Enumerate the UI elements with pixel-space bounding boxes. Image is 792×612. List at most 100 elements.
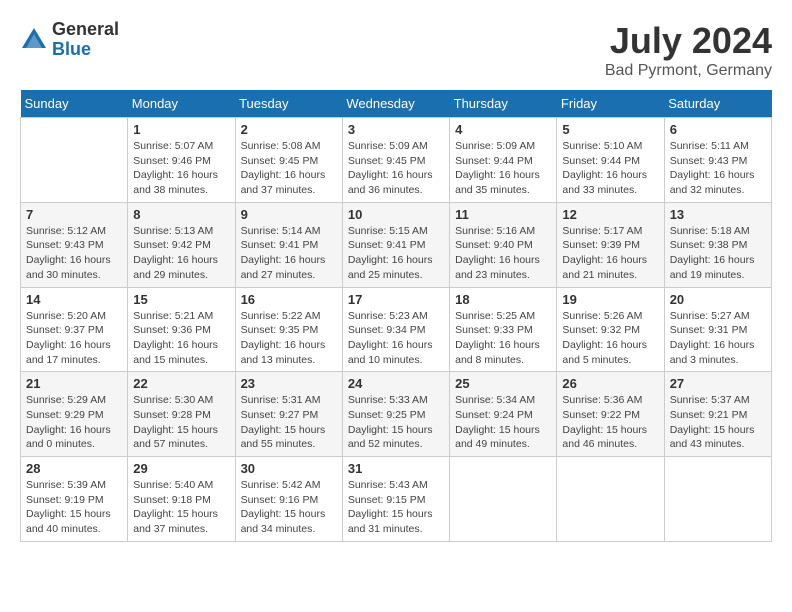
calendar-cell [664,457,771,542]
calendar-cell: 20 Sunrise: 5:27 AMSunset: 9:31 PMDayligh… [664,287,771,372]
day-info: Sunrise: 5:23 AMSunset: 9:34 PMDaylight:… [348,309,444,368]
calendar-week-row: 21Sunrise: 5:29 AMSunset: 9:29 PMDayligh… [21,372,772,457]
day-info: Sunrise: 5:25 AMSunset: 9:33 PMDaylight:… [455,309,551,368]
day-info: Sunrise: 5:12 AMSunset: 9:43 PMDaylight:… [26,224,122,283]
calendar-cell: 6 Sunrise: 5:11 AMSunset: 9:43 PMDaylight… [664,118,771,203]
day-info: Sunrise: 5:11 AMSunset: 9:43 PMDaylight:… [670,139,766,198]
calendar-cell: 4Sunrise: 5:09 AMSunset: 9:44 PMDaylight… [450,118,557,203]
day-info: Sunrise: 5:27 AMSunset: 9:31 PMDaylight:… [670,309,766,368]
title-area: July 2024 Bad Pyrmont, Germany [605,20,772,80]
day-info: Sunrise: 5:36 AMSunset: 9:22 PMDaylight:… [562,393,658,452]
calendar-cell: 1 Sunrise: 5:07 AMSunset: 9:46 PMDaylight… [128,118,235,203]
month-title: July 2024 [605,20,772,62]
calendar-cell: 30 Sunrise: 5:42 AMSunset: 9:16 PMDayligh… [235,457,342,542]
day-number: 13 [670,207,766,222]
day-number: 22 [133,376,229,391]
day-number: 27 [670,376,766,391]
day-info: Sunrise: 5:34 AMSunset: 9:24 PMDaylight:… [455,393,551,452]
calendar-cell: 14 Sunrise: 5:20 AMSunset: 9:37 PMDayligh… [21,287,128,372]
location-title: Bad Pyrmont, Germany [605,62,772,80]
logo: General Blue [20,20,119,60]
day-number: 25 [455,376,551,391]
day-info: Sunrise: 5:42 AMSunset: 9:16 PMDaylight:… [241,478,337,537]
logo-general-text: General [52,20,119,40]
calendar-week-row: 7 Sunrise: 5:12 AMSunset: 9:43 PMDaylight… [21,202,772,287]
day-number: 24 [348,376,444,391]
calendar-cell: 22 Sunrise: 5:30 AMSunset: 9:28 PMDayligh… [128,372,235,457]
calendar-header-friday: Friday [557,90,664,118]
day-info: Sunrise: 5:16 AMSunset: 9:40 PMDaylight:… [455,224,551,283]
calendar-body: 1 Sunrise: 5:07 AMSunset: 9:46 PMDaylight… [21,118,772,542]
day-number: 28 [26,461,122,476]
calendar-cell [557,457,664,542]
calendar-cell: 13 Sunrise: 5:18 AMSunset: 9:38 PMDayligh… [664,202,771,287]
day-info: Sunrise: 5:14 AMSunset: 9:41 PMDaylight:… [241,224,337,283]
day-number: 30 [241,461,337,476]
calendar-cell: 25 Sunrise: 5:34 AMSunset: 9:24 PMDayligh… [450,372,557,457]
day-number: 1 [133,122,229,137]
day-info: Sunrise: 5:37 AMSunset: 9:21 PMDaylight:… [670,393,766,452]
calendar-cell: 18 Sunrise: 5:25 AMSunset: 9:33 PMDayligh… [450,287,557,372]
day-number: 31 [348,461,444,476]
day-number: 26 [562,376,658,391]
calendar-cell: 28 Sunrise: 5:39 AMSunset: 9:19 PMDayligh… [21,457,128,542]
day-number: 17 [348,292,444,307]
day-info: Sunrise: 5:22 AMSunset: 9:35 PMDaylight:… [241,309,337,368]
calendar-week-row: 28 Sunrise: 5:39 AMSunset: 9:19 PMDayligh… [21,457,772,542]
day-number: 11 [455,207,551,222]
calendar-header-saturday: Saturday [664,90,771,118]
calendar-cell: 31Sunrise: 5:43 AMSunset: 9:15 PMDayligh… [342,457,449,542]
calendar-cell [21,118,128,203]
day-info: Sunrise: 5:08 AMSunset: 9:45 PMDaylight:… [241,139,337,198]
logo-icon [20,26,48,54]
day-number: 6 [670,122,766,137]
calendar-cell: 29Sunrise: 5:40 AMSunset: 9:18 PMDayligh… [128,457,235,542]
calendar-header-monday: Monday [128,90,235,118]
day-info: Sunrise: 5:15 AMSunset: 9:41 PMDaylight:… [348,224,444,283]
day-info: Sunrise: 5:13 AMSunset: 9:42 PMDaylight:… [133,224,229,283]
day-number: 14 [26,292,122,307]
day-number: 8 [133,207,229,222]
calendar-cell: 24 Sunrise: 5:33 AMSunset: 9:25 PMDayligh… [342,372,449,457]
calendar-cell: 26 Sunrise: 5:36 AMSunset: 9:22 PMDayligh… [557,372,664,457]
calendar-cell: 27 Sunrise: 5:37 AMSunset: 9:21 PMDayligh… [664,372,771,457]
day-number: 4 [455,122,551,137]
day-number: 19 [562,292,658,307]
day-info: Sunrise: 5:18 AMSunset: 9:38 PMDaylight:… [670,224,766,283]
calendar-header-thursday: Thursday [450,90,557,118]
calendar-cell: 21Sunrise: 5:29 AMSunset: 9:29 PMDayligh… [21,372,128,457]
day-info: Sunrise: 5:31 AMSunset: 9:27 PMDaylight:… [241,393,337,452]
day-number: 2 [241,122,337,137]
day-info: Sunrise: 5:17 AMSunset: 9:39 PMDaylight:… [562,224,658,283]
calendar-cell: 7 Sunrise: 5:12 AMSunset: 9:43 PMDaylight… [21,202,128,287]
day-info: Sunrise: 5:20 AMSunset: 9:37 PMDaylight:… [26,309,122,368]
day-info: Sunrise: 5:09 AMSunset: 9:45 PMDaylight:… [348,139,444,198]
calendar-cell: 9Sunrise: 5:14 AMSunset: 9:41 PMDaylight… [235,202,342,287]
day-number: 20 [670,292,766,307]
day-info: Sunrise: 5:07 AMSunset: 9:46 PMDaylight:… [133,139,229,198]
day-number: 18 [455,292,551,307]
calendar-cell: 12 Sunrise: 5:17 AMSunset: 9:39 PMDayligh… [557,202,664,287]
day-info: Sunrise: 5:30 AMSunset: 9:28 PMDaylight:… [133,393,229,452]
day-info: Sunrise: 5:29 AMSunset: 9:29 PMDaylight:… [26,393,122,452]
day-info: Sunrise: 5:33 AMSunset: 9:25 PMDaylight:… [348,393,444,452]
calendar-cell: 17 Sunrise: 5:23 AMSunset: 9:34 PMDayligh… [342,287,449,372]
day-number: 23 [241,376,337,391]
day-number: 7 [26,207,122,222]
day-info: Sunrise: 5:21 AMSunset: 9:36 PMDaylight:… [133,309,229,368]
header: General Blue July 2024 Bad Pyrmont, Germ… [20,20,772,80]
calendar-cell: 11 Sunrise: 5:16 AMSunset: 9:40 PMDayligh… [450,202,557,287]
calendar-cell: 10 Sunrise: 5:15 AMSunset: 9:41 PMDayligh… [342,202,449,287]
day-number: 10 [348,207,444,222]
calendar-cell: 2 Sunrise: 5:08 AMSunset: 9:45 PMDaylight… [235,118,342,203]
day-number: 16 [241,292,337,307]
day-info: Sunrise: 5:39 AMSunset: 9:19 PMDaylight:… [26,478,122,537]
calendar-cell: 5Sunrise: 5:10 AMSunset: 9:44 PMDaylight… [557,118,664,203]
calendar-header-tuesday: Tuesday [235,90,342,118]
calendar-header-wednesday: Wednesday [342,90,449,118]
calendar-cell: 23 Sunrise: 5:31 AMSunset: 9:27 PMDayligh… [235,372,342,457]
day-number: 3 [348,122,444,137]
day-number: 12 [562,207,658,222]
calendar-cell [450,457,557,542]
day-info: Sunrise: 5:26 AMSunset: 9:32 PMDaylight:… [562,309,658,368]
